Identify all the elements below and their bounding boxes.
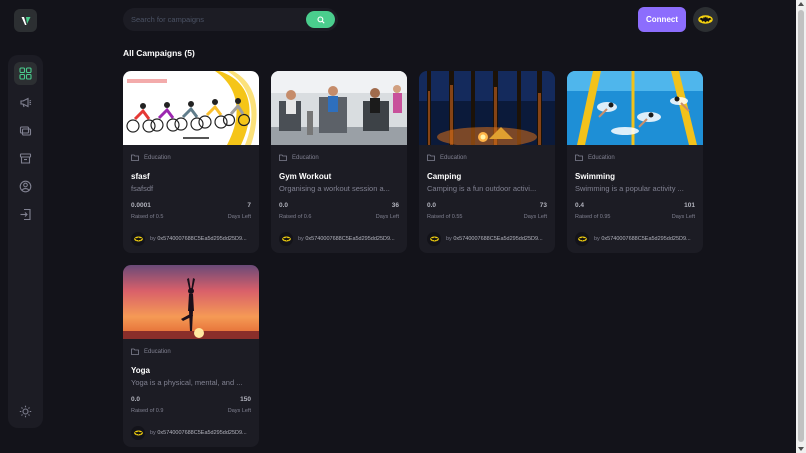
days-left-label: Days Left [671, 214, 695, 220]
category-label: Education [440, 154, 467, 161]
campaign-description: Camping is a fun outdoor activi... [427, 184, 537, 193]
folder-icon [131, 348, 139, 355]
campaign-title: sfasf [131, 172, 150, 181]
withdraw-icon[interactable] [14, 147, 37, 170]
logout-icon[interactable] [14, 203, 37, 226]
days-left-label: Days Left [375, 214, 399, 220]
sun-icon[interactable] [14, 400, 37, 423]
search-icon [316, 15, 325, 24]
dashboard-icon[interactable] [14, 62, 37, 85]
search-bar [123, 8, 338, 31]
days-left-value: 150 [240, 396, 251, 403]
owner-address: by 0x5740007688C5Ea5d295dd25D9... [446, 236, 543, 242]
owner-avatar-icon [575, 232, 589, 246]
category-label: Education [292, 154, 319, 161]
days-left-value: 101 [684, 202, 695, 209]
target-label: Raised of 0.5 [131, 214, 164, 220]
owner-avatar-icon [427, 232, 441, 246]
folder-icon [131, 154, 139, 161]
campaign-title: Camping [427, 172, 462, 181]
campaign-card[interactable]: Education Yoga Yoga is a physical, menta… [123, 265, 259, 447]
connect-button[interactable]: Connect [638, 7, 686, 32]
campaign-image [271, 71, 407, 145]
days-left-value: 7 [247, 202, 251, 209]
campaign-image [419, 71, 555, 145]
folder-icon [279, 154, 287, 161]
amount-raised: 0.0 [131, 396, 141, 403]
campaign-card[interactable]: Education Gym Workout Organising a worko… [271, 71, 407, 253]
amount-raised: 0.4 [575, 202, 585, 209]
campaign-image [123, 71, 259, 145]
owner-avatar-icon [131, 232, 145, 246]
target-label: Raised of 0.55 [427, 214, 463, 220]
campaign-description: Yoga is a physical, mental, and ... [131, 378, 243, 387]
profile-icon[interactable] [14, 175, 37, 198]
campaign-image [123, 265, 259, 339]
campaign-description: Swimming is a popular activity ... [575, 184, 684, 193]
payment-icon[interactable] [14, 119, 37, 142]
page-title: All Campaigns (5) [123, 48, 195, 58]
category-label: Education [144, 348, 171, 355]
logo-icon[interactable] [14, 9, 37, 32]
batman-avatar-icon[interactable] [693, 7, 718, 32]
amount-raised: 0.0 [427, 202, 437, 209]
owner-address: by 0x5740007688C5Ea5d295dd25D9... [594, 236, 691, 242]
owner-address: by 0x5740007688C5Ea5d295dd25D9... [298, 236, 395, 242]
folder-icon [575, 154, 583, 161]
target-label: Raised of 0.9 [131, 408, 164, 414]
folder-icon [427, 154, 435, 161]
days-left-label: Days Left [227, 214, 251, 220]
owner-avatar-icon [131, 426, 145, 440]
category-label: Education [144, 154, 171, 161]
campaign-title: Swimming [575, 172, 616, 181]
owner-address: by 0x5740007688C5Ea5d295dd25D9... [150, 430, 247, 436]
owner-avatar-icon [279, 232, 293, 246]
amount-raised: 0.0001 [131, 202, 151, 209]
days-left-label: Days Left [523, 214, 547, 220]
campaign-card[interactable]: Education Swimming Swimming is a popular… [567, 71, 703, 253]
days-left-value: 73 [539, 202, 547, 209]
campaign-card[interactable]: Education Camping Camping is a fun outdo… [419, 71, 555, 253]
campaign-title: Yoga [131, 366, 150, 375]
scroll-thumb[interactable] [798, 10, 804, 442]
campaign-icon[interactable] [14, 91, 37, 114]
scroll-up-icon[interactable] [798, 2, 804, 6]
days-left-value: 36 [391, 202, 399, 209]
scroll-down-icon[interactable] [798, 447, 804, 451]
campaign-description: Organising a workout session a... [279, 184, 390, 193]
search-input[interactable] [131, 11, 301, 28]
target-label: Raised of 0.6 [279, 214, 312, 220]
search-button[interactable] [306, 11, 335, 28]
campaign-image [567, 71, 703, 145]
target-label: Raised of 0.95 [575, 214, 611, 220]
amount-raised: 0.0 [279, 202, 289, 209]
owner-address: by 0x5740007688C5Ea5d295dd25D9... [150, 236, 247, 242]
sidebar [8, 55, 43, 428]
campaign-card[interactable]: Education sfasf fsafsdf 0.0001 Raised of… [123, 71, 259, 253]
category-label: Education [588, 154, 615, 161]
campaign-description: fsafsdf [131, 184, 154, 193]
campaign-title: Gym Workout [279, 172, 332, 181]
scrollbar[interactable] [796, 0, 806, 453]
days-left-label: Days Left [227, 408, 251, 414]
